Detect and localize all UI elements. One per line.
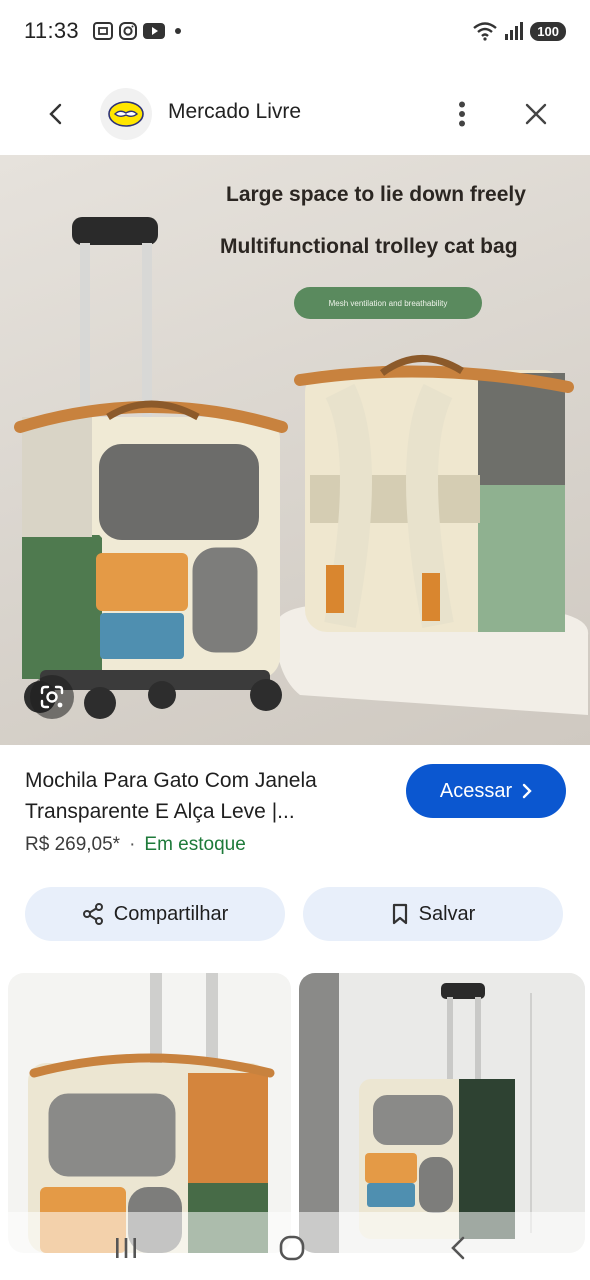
related-image-2-picture [299,973,585,1253]
site-name[interactable]: Mercado Livre [168,100,301,124]
lens-icon [40,685,64,709]
image-headline-2: Multifunctional trolley cat bag [220,235,518,258]
wifi-icon [473,22,498,41]
more-vert-icon [459,101,465,127]
product-price: R$ 269,05* [25,834,121,855]
system-nav-bar [0,1212,590,1280]
viewer-header: Mercado Livre [0,76,590,152]
screenshot-icon [92,22,113,40]
status-system-icons: 100 [472,21,566,41]
youtube-icon [142,23,165,39]
save-button-label: Salvar [418,902,476,925]
share-button-label: Compartilhar [113,902,229,925]
related-image-1-picture [28,973,275,1253]
related-image-2[interactable] [299,973,585,1253]
price-row: R$ 269,05* · Em estoque [25,834,246,856]
back-button[interactable] [38,96,74,132]
visit-button[interactable]: Acessar [406,764,566,818]
signal-icon [505,22,524,40]
back-arrow-icon [49,103,62,125]
save-button[interactable]: Salvar [303,887,563,941]
chevron-right-icon [522,783,532,799]
share-icon [82,903,103,925]
product-title[interactable]: Mochila Para Gato Com Janela Transparent… [25,765,385,827]
notification-dot [174,28,181,34]
related-image-1[interactable] [8,973,291,1253]
recents-icon [116,1238,136,1258]
instagram-icon [118,22,137,40]
share-button[interactable]: Compartilhar [25,887,285,941]
home-button[interactable] [272,1230,312,1266]
stock-status: Em estoque [144,834,246,855]
status-bar: 11:33 100 [0,0,590,62]
recents-button[interactable] [106,1230,146,1266]
bookmark-icon [392,903,407,925]
image-headline-1: Large space to lie down freely [226,183,526,206]
battery-icon: 100 [530,21,566,41]
back-icon [451,1236,465,1260]
close-icon [525,103,547,125]
nav-back-button[interactable] [438,1230,478,1266]
image-feature-tag: Mesh ventilation and breathability [294,287,482,319]
separator-dot: · [129,834,136,855]
close-button[interactable] [518,96,554,132]
product-image[interactable]: Large space to lie down freely Multifunc… [0,155,590,745]
status-notification-icons [92,22,181,40]
google-lens-button[interactable] [30,675,74,719]
status-time: 11:33 [24,18,79,43]
home-icon [279,1235,305,1261]
site-logo[interactable] [100,88,152,140]
mercado-livre-logo [108,101,144,127]
visit-button-label: Acessar [439,779,513,802]
more-options-button[interactable] [444,96,480,132]
